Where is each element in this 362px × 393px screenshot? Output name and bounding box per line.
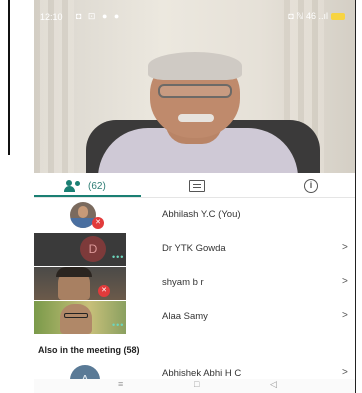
speaker-glasses [158,84,232,98]
main-speaker-video[interactable]: 12:10 ◘ ⊡ ● ● ◘ ℕ 46 ..ıl [34,0,355,173]
navigation-bar: ≡ □ ◁ [34,379,355,393]
screenshot-page: 12:10 ◘ ⊡ ● ● ◘ ℕ 46 ..ıl (62) i ✕ Abhil… [0,0,362,393]
participant-thumbnail: D ••• [34,233,126,266]
chevron-right-icon[interactable]: > [342,276,348,287]
participant-name: Abhilash Y.C (You) [162,209,241,220]
participant-row[interactable]: A Abhishek Abhi H C > [34,361,355,379]
participant-name: Alaa Samy [162,311,208,322]
avatar: A [70,365,100,379]
chevron-right-icon[interactable]: > [342,310,348,321]
back-icon[interactable]: ◁ [270,379,277,390]
participants-count: (62) [88,180,106,192]
participant-name: Abhishek Abhi H C [162,368,242,379]
speaker-mustache [178,114,214,122]
info-icon: i [304,179,318,193]
participant-name: Dr YTK Gowda [162,243,226,254]
more-options-icon[interactable]: ••• [112,252,124,262]
status-bar: 12:10 ◘ ⊡ ● ● ◘ ℕ 46 ..ıl [34,10,355,26]
mic-off-icon: ✕ [98,285,110,297]
mic-off-icon: ✕ [92,217,104,229]
right-frame-border [355,0,356,393]
home-icon[interactable]: □ [194,379,199,389]
battery-icon [331,13,345,21]
participant-row[interactable]: ✕ Abhilash Y.C (You) [34,199,355,232]
video-person [60,304,92,334]
avatar: D [80,236,106,262]
people-icon [64,180,84,192]
signal-icons: ◘ ℕ 46 ..ıl [288,11,328,21]
more-options-icon[interactable]: ••• [112,320,124,330]
active-tab-indicator [34,195,141,197]
menu-icon[interactable]: ≡ [118,379,123,389]
tab-participants[interactable]: (62) [64,177,106,195]
participant-name: shyam b r [162,277,204,288]
chevron-right-icon[interactable]: > [342,242,348,253]
section-title: Also in the meeting (58) [38,345,140,355]
video-glasses [64,313,88,318]
participant-thumbnail: ✕ [34,267,126,300]
video-hair [56,267,92,277]
chat-icon [189,180,205,192]
speaker-hair [148,52,242,80]
notification-icons: ◘ ⊡ ● ● [76,11,122,21]
tab-info[interactable]: i [304,177,318,195]
status-right-icons: ◘ ℕ 46 ..ıl [288,11,345,22]
tab-chat[interactable] [189,177,205,195]
left-frame-border [0,0,10,155]
participant-row[interactable]: ✕ shyam b r > [34,267,355,300]
phone-screen: 12:10 ◘ ⊡ ● ● ◘ ℕ 46 ..ıl (62) i ✕ Abhil… [34,0,355,393]
chevron-right-icon[interactable]: > [342,367,348,378]
participant-thumbnail: ✕ [34,199,126,232]
participant-row[interactable]: ••• Alaa Samy > [34,301,355,334]
participant-row[interactable]: D ••• Dr YTK Gowda > [34,233,355,266]
status-time: 12:10 [40,12,63,22]
participant-thumbnail: ••• [34,301,126,334]
